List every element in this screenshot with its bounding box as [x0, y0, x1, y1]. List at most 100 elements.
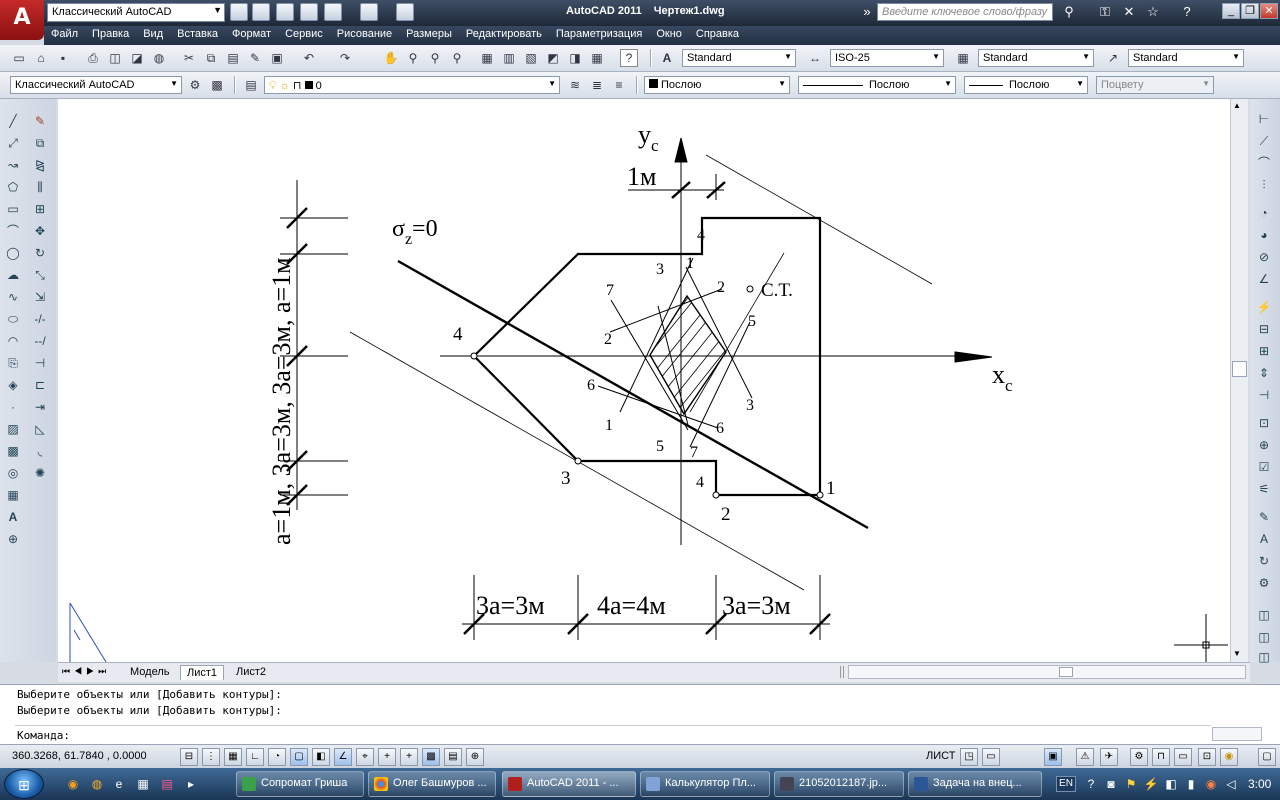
tab-nav-arrows[interactable]: ⏮◀▶⏭ [62, 666, 110, 677]
table-style-icon[interactable]: ▦ [954, 49, 972, 67]
gear-icon[interactable]: ⚙ [186, 76, 204, 94]
dim-update-icon[interactable]: ↻ [1254, 551, 1274, 571]
menu-format[interactable]: Формат [225, 26, 278, 42]
ellipse-icon[interactable]: ⬭ [3, 309, 23, 329]
block-editor-icon[interactable]: ▣ [268, 49, 286, 67]
annotation-scale-icon[interactable]: ⚠ [1076, 748, 1094, 766]
calculator-icon[interactable]: ▦ [134, 775, 152, 793]
connection-icon[interactable]: ⚡ [1142, 775, 1160, 793]
selection-cycling-icon[interactable]: ⊕ [466, 748, 484, 766]
coordinates-readout[interactable]: 360.3268, 61.7840 , 0.0000 [12, 750, 147, 762]
menu-view[interactable]: Вид [136, 26, 170, 42]
text-style-combo[interactable]: Standard ▼ [682, 49, 796, 67]
baseline-dim-icon[interactable]: ⊟ [1254, 319, 1274, 339]
lineweight-icon[interactable]: + [400, 748, 418, 766]
break-icon[interactable]: ⊏ [30, 375, 50, 395]
join-icon[interactable]: ⇥ [30, 397, 50, 417]
star-icon[interactable]: ☆ [1144, 3, 1162, 21]
insert-block-icon[interactable]: ⎘ [3, 353, 23, 373]
redo-icon[interactable]: ↷ [336, 49, 354, 67]
firefox-icon[interactable]: ◉ [64, 775, 82, 793]
workspace-combo[interactable]: Классический AutoCAD ▼ [10, 76, 182, 94]
exchange-icon[interactable]: ✕ [1120, 3, 1138, 21]
lineweight-combo[interactable]: Послою ▼ [964, 76, 1088, 94]
otrack-icon[interactable]: ∠ [334, 748, 352, 766]
design-center-icon[interactable]: ▥ [500, 49, 518, 67]
extend-icon[interactable]: --/ [30, 331, 50, 351]
properties-icon[interactable]: ▦ [478, 49, 496, 67]
ortho-icon[interactable]: ∟ [246, 748, 264, 766]
rotate-icon[interactable]: ↻ [30, 243, 50, 263]
redo-icon[interactable] [360, 3, 378, 21]
dyn-icon[interactable]: + [378, 748, 396, 766]
menu-help[interactable]: Справка [689, 26, 746, 42]
ordinate-dim-icon[interactable]: ⫶ [1254, 175, 1274, 195]
polar-icon[interactable]: ◔ [268, 748, 286, 766]
layer-walk-icon[interactable]: ◫ [1254, 627, 1274, 647]
hatch-icon[interactable]: ▨ [3, 419, 23, 439]
paste-icon[interactable]: ▤ [224, 49, 242, 67]
vertical-scroll-thumb[interactable] [1232, 361, 1247, 377]
help-icon[interactable]: ? [620, 49, 638, 67]
linetype-combo[interactable]: Послою ▼ [798, 76, 956, 94]
publish-icon[interactable]: ◪ [128, 49, 146, 67]
snap-mode-icon[interactable]: ⋮ [202, 748, 220, 766]
continue-dim-icon[interactable]: ⊞ [1254, 341, 1274, 361]
vertical-scrollbar[interactable]: ▲ ▼ [1230, 99, 1248, 662]
table-style-combo[interactable]: Standard ▼ [978, 49, 1094, 67]
table-icon[interactable]: ▦ [3, 485, 23, 505]
horizontal-scroll-thumb[interactable] [1059, 667, 1073, 677]
tray-app-icon[interactable]: ◉ [1202, 775, 1220, 793]
ie-icon[interactable]: e [110, 775, 128, 793]
grid-icon[interactable]: ▦ [224, 748, 242, 766]
stretch-icon[interactable]: ⇲ [30, 287, 50, 307]
menu-draw[interactable]: Рисование [330, 26, 399, 42]
mtext-icon[interactable]: A [3, 507, 23, 527]
tab-sheet1[interactable]: Лист1 [180, 665, 225, 680]
copy-icon[interactable]: ⧉ [202, 49, 220, 67]
clock[interactable]: 3:00 [1248, 777, 1271, 791]
quick-properties-icon[interactable]: ▤ [444, 748, 462, 766]
erase-icon[interactable]: ✎ [30, 111, 50, 131]
infer-constraints-icon[interactable]: ⊟ [180, 748, 198, 766]
layer-states-icon[interactable]: ≡ [610, 76, 628, 94]
open-file-icon[interactable] [252, 3, 270, 21]
add-selected-icon[interactable]: ⊕ [3, 529, 23, 549]
autocad-logo-button[interactable]: A [0, 0, 44, 40]
task-document[interactable]: Задача на внец... [908, 771, 1042, 797]
preview-icon[interactable]: ◫ [106, 49, 124, 67]
close-button[interactable]: ✕ [1260, 3, 1278, 19]
offset-icon[interactable]: ⫼ [30, 177, 50, 197]
arc-length-icon[interactable]: ⌒ [1254, 153, 1274, 173]
osnap-icon[interactable]: ▢ [290, 748, 308, 766]
show-desktop-icon[interactable]: ▸ [182, 775, 200, 793]
scroll-up-icon[interactable]: ▲ [1233, 101, 1241, 110]
linear-dim-icon[interactable]: ⊢ [1254, 109, 1274, 129]
region-icon[interactable]: ◎ [3, 463, 23, 483]
task-sopromat[interactable]: Сопромат Гриша [236, 771, 364, 797]
save-icon[interactable] [276, 3, 294, 21]
fillet-icon[interactable]: ◟ [30, 441, 50, 461]
explorer-icon[interactable]: ◍ [88, 775, 106, 793]
volume-icon[interactable]: ◁ [1222, 775, 1240, 793]
radius-dim-icon[interactable]: ◔ [1254, 203, 1274, 223]
undo-icon[interactable] [324, 3, 342, 21]
splitter-handle[interactable] [840, 666, 844, 678]
start-button[interactable]: ⊞ [4, 769, 44, 799]
jogged-dim-icon[interactable]: ◕ [1254, 225, 1274, 245]
aligned-dim-icon[interactable]: ⟋ [1254, 131, 1274, 151]
clean-screen-icon[interactable]: ▢ [1258, 748, 1276, 766]
point-icon[interactable]: · [3, 397, 23, 417]
line-icon[interactable]: ╱ [3, 111, 23, 131]
quickcalc-icon[interactable]: ▦ [588, 49, 606, 67]
open-icon[interactable]: ⌂ [32, 49, 50, 67]
mleader-style-combo[interactable]: Standard ▼ [1128, 49, 1244, 67]
mleader-style-icon[interactable]: ↗ [1104, 49, 1122, 67]
binoculars-icon[interactable]: ⚲ [1060, 3, 1078, 21]
horizontal-scrollbar[interactable] [848, 665, 1246, 679]
construction-line-icon[interactable]: ⤢ [3, 133, 23, 153]
space-toggle[interactable]: ЛИСТ [926, 750, 955, 762]
plotstyle-combo[interactable]: Поцвету ▼ [1096, 76, 1214, 94]
save-as-icon[interactable] [300, 3, 318, 21]
trim-icon[interactable]: -/- [30, 309, 50, 329]
